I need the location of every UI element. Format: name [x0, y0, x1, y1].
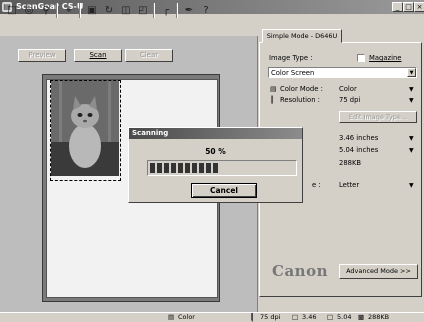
- image-type-label: Image Type :: [269, 54, 313, 62]
- toolbar-separator: [176, 3, 178, 18]
- maximize-button[interactable]: □: [403, 2, 414, 12]
- progress-segment: [157, 163, 162, 173]
- paper-size-label: e :: [312, 181, 321, 189]
- dialog-title: Scanning: [132, 129, 169, 137]
- mirror-icon[interactable]: ◫: [118, 3, 134, 18]
- toolbar-separator: [153, 3, 155, 18]
- status-resolution: 75 dpi: [260, 313, 281, 321]
- image-type-value: Color Screen: [271, 69, 315, 77]
- progress-segment: [192, 163, 197, 173]
- edit-image-type-button[interactable]: Edit Image Type...: [339, 111, 417, 123]
- marquee-icon[interactable]: □: [4, 3, 20, 18]
- status-width-icon: □: [292, 313, 299, 321]
- canon-logo: Canon: [272, 262, 328, 280]
- status-size-icon: ▩: [358, 313, 365, 321]
- magazine-checkbox[interactable]: [357, 54, 365, 62]
- clear-button[interactable]: Clear: [125, 49, 173, 62]
- close-button[interactable]: ×: [414, 2, 424, 12]
- progress-percent: 50 %: [205, 147, 226, 156]
- advanced-mode-button[interactable]: Advanced Mode >>: [339, 264, 418, 279]
- cancel-button[interactable]: Cancel: [191, 183, 257, 198]
- clear-button-label: Clear: [139, 51, 159, 59]
- magazine-label: Magazine: [369, 54, 402, 62]
- resolution-icon: ┃: [270, 96, 275, 104]
- chevron-down-icon[interactable]: ▼: [409, 146, 414, 155]
- chevron-down-icon[interactable]: ▼: [409, 181, 414, 190]
- frame-icon[interactable]: ┌: [158, 3, 174, 18]
- status-resolution-icon: ┃: [250, 313, 254, 321]
- minimize-button[interactable]: _: [392, 2, 403, 12]
- status-height-icon: □: [327, 313, 334, 321]
- progress-segment: [164, 163, 169, 173]
- progress-fill: [150, 163, 222, 173]
- paper-size-value[interactable]: Letter: [339, 181, 359, 190]
- progress-segment: [150, 163, 155, 173]
- help-icon[interactable]: ?: [198, 3, 214, 18]
- autocrop-icon[interactable]: ▣: [84, 3, 100, 18]
- status-width: 3.46: [302, 313, 317, 321]
- status-color-mode: Color: [178, 313, 195, 321]
- status-size: 288KB: [368, 313, 390, 321]
- resolution-value[interactable]: 75 dpi: [339, 96, 360, 105]
- width-value[interactable]: 3.46 inches: [339, 134, 378, 143]
- status-color-icon: ▤: [168, 313, 175, 321]
- progress-segment: [199, 163, 204, 173]
- height-value[interactable]: 5.04 inches: [339, 146, 378, 155]
- preview-button-label: Preview: [28, 51, 56, 59]
- scan-button-label: Scan: [89, 51, 107, 59]
- crop-frame[interactable]: [50, 80, 121, 181]
- status-height: 5.04: [337, 313, 352, 321]
- color-mode-icon: ▤: [270, 85, 277, 93]
- image-type-select[interactable]: Color Screen ▼: [268, 67, 417, 78]
- toolbar-separator: [56, 3, 58, 18]
- chevron-down-icon[interactable]: ▼: [409, 134, 414, 143]
- toolbar-separator: [79, 3, 81, 18]
- file-size-value: 288KB: [339, 159, 362, 167]
- rotate-icon[interactable]: ↻: [101, 3, 117, 18]
- select-icon[interactable]: ◎: [21, 3, 37, 18]
- eyedropper-icon[interactable]: ✒: [181, 3, 197, 18]
- progress-segment: [206, 163, 211, 173]
- chevron-down-icon[interactable]: ▼: [407, 68, 416, 77]
- progress-segment: [171, 163, 176, 173]
- chevron-down-icon[interactable]: ▼: [409, 96, 414, 105]
- tab-simple-mode[interactable]: Simple Mode - D646U: [262, 29, 342, 43]
- chevron-down-icon[interactable]: ▼: [409, 85, 414, 94]
- color-mode-value[interactable]: Color: [339, 85, 357, 94]
- progress-segment: [178, 163, 183, 173]
- progress-segment: [213, 163, 218, 173]
- progress-segment: [185, 163, 190, 173]
- resolution-label: Resolution :: [280, 96, 320, 104]
- fit-icon[interactable]: ⌖: [61, 3, 77, 18]
- flip-icon[interactable]: ◰: [135, 3, 151, 18]
- zoom-icon[interactable]: ⚲: [38, 3, 54, 18]
- color-mode-label: Color Mode :: [280, 85, 323, 93]
- scan-button[interactable]: Scan: [74, 49, 122, 62]
- preview-button[interactable]: Preview: [18, 49, 66, 62]
